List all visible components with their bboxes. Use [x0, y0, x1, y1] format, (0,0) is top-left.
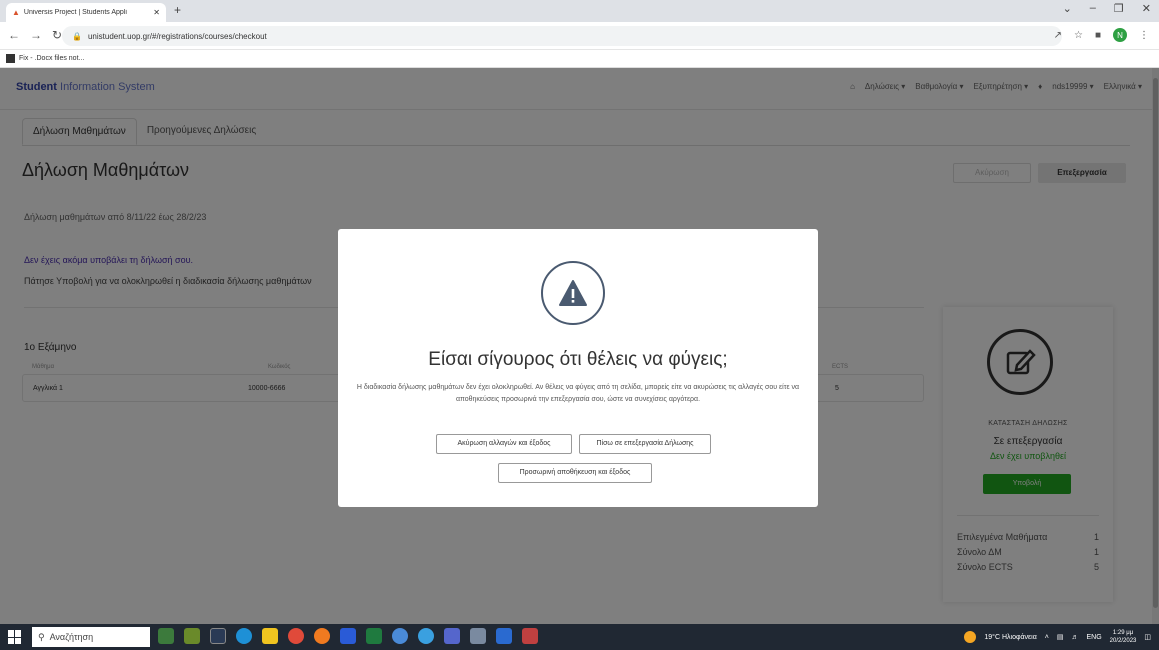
save-draft-and-exit-button[interactable]: Προσωρινή αποθήκευση και έξοδος: [498, 463, 652, 483]
search-icon: ⚲: [38, 631, 45, 642]
excel-icon[interactable]: [366, 628, 382, 644]
browser-tab[interactable]: ▲ Universis Project | Students Appli ✕: [6, 3, 166, 22]
chrome-profile-icon[interactable]: [392, 628, 408, 644]
tab-search-icon[interactable]: ⌄: [1063, 2, 1072, 15]
minimize-icon[interactable]: –: [1090, 2, 1096, 15]
volume-icon[interactable]: ♬: [1072, 634, 1079, 641]
close-window-icon[interactable]: ✕: [1142, 2, 1151, 15]
taskbar-search-input[interactable]: ⚲ Αναζήτηση: [32, 627, 150, 647]
reload-icon[interactable]: ↻: [52, 28, 62, 42]
app-icon[interactable]: [184, 628, 200, 644]
weather-text[interactable]: 19°C Ηλιοφάνεια: [984, 634, 1036, 641]
leave-confirmation-dialog: Είσαι σίγουρος ότι θέλεις να φύγεις; Η δ…: [338, 229, 818, 507]
chrome-icon[interactable]: [288, 628, 304, 644]
tab-title: Universis Project | Students Appli: [23, 9, 127, 16]
app-icon[interactable]: [496, 628, 512, 644]
share-icon[interactable]: ↗: [1054, 30, 1062, 41]
site-favicon-icon: ▲: [12, 8, 20, 17]
dialog-title: Είσαι σίγουρος ότι θέλεις να φύγεις;: [428, 349, 728, 370]
warning-icon: [541, 261, 605, 325]
system-tray: 19°C Ηλιοφάνεια ˄ ▤ ♬ ENG 1:29 μμ 20/2/2…: [964, 629, 1151, 645]
nav-buttons: ← → ↻: [8, 28, 62, 42]
bookmark-item[interactable]: Fix - .Docx files not...: [19, 55, 84, 62]
tray-chevron-icon[interactable]: ˄: [1045, 634, 1049, 641]
sidepanel-icon[interactable]: ■: [1095, 30, 1101, 41]
network-icon[interactable]: ▤: [1057, 633, 1064, 641]
firefox-icon[interactable]: [314, 628, 330, 644]
notifications-icon[interactable]: ◫: [1144, 633, 1151, 641]
back-icon[interactable]: ←: [8, 28, 20, 42]
bookmarks-bar: Fix - .Docx files not...: [0, 50, 1159, 68]
back-to-editing-button[interactable]: Πίσω σε επεξεργασία Δήλωσης: [579, 434, 711, 454]
edge-icon[interactable]: [236, 628, 252, 644]
browser-tabbar: ▲ Universis Project | Students Appli ✕ +…: [0, 0, 1159, 22]
word-icon[interactable]: [340, 628, 356, 644]
window-controls: ⌄ – ❐ ✕: [1063, 2, 1151, 15]
language-indicator[interactable]: ENG: [1087, 634, 1102, 641]
url-input[interactable]: 🔒 unistudent.uop.gr/#/registrations/cour…: [62, 26, 1062, 46]
dialog-message: Η διαδικασία δήλωσης μαθημάτων δεν έχει …: [356, 384, 800, 403]
weather-sun-icon: [964, 631, 977, 643]
app-icon[interactable]: [444, 628, 460, 644]
url-text: unistudent.uop.gr/#/registrations/course…: [87, 31, 267, 41]
new-tab-icon[interactable]: +: [174, 3, 181, 17]
profile-avatar[interactable]: N: [1113, 28, 1127, 42]
clock[interactable]: 1:29 μμ 20/2/2023: [1110, 629, 1137, 645]
close-tab-icon[interactable]: ✕: [153, 8, 160, 17]
app-icon[interactable]: [470, 628, 486, 644]
file-explorer-icon[interactable]: [262, 628, 278, 644]
forward-icon[interactable]: →: [30, 28, 42, 42]
maximize-icon[interactable]: ❐: [1114, 2, 1124, 15]
app-icon[interactable]: [522, 628, 538, 644]
discard-and-exit-button[interactable]: Ακύρωση αλλαγών και έξοδος: [436, 434, 572, 454]
windows-start-icon[interactable]: [8, 630, 22, 644]
address-bar-actions: ↗ ☆ ■ N ⋮: [1054, 28, 1149, 42]
star-icon[interactable]: ☆: [1074, 30, 1083, 41]
taskbar-apps: [158, 628, 538, 644]
os-taskbar: ⚲ Αναζήτηση 19°C Ηλιοφάνεια ˄ ▤ ♬ ENG 1:…: [0, 624, 1159, 650]
bookmark-favicon-icon: [6, 54, 15, 63]
app-icon[interactable]: [418, 628, 434, 644]
task-view-icon[interactable]: [210, 628, 226, 644]
lock-icon: 🔒: [72, 31, 82, 41]
menu-icon[interactable]: ⋮: [1139, 30, 1149, 41]
app-icon[interactable]: [158, 628, 174, 644]
address-bar: ← → ↻ 🔒 unistudent.uop.gr/#/registration…: [0, 22, 1159, 50]
